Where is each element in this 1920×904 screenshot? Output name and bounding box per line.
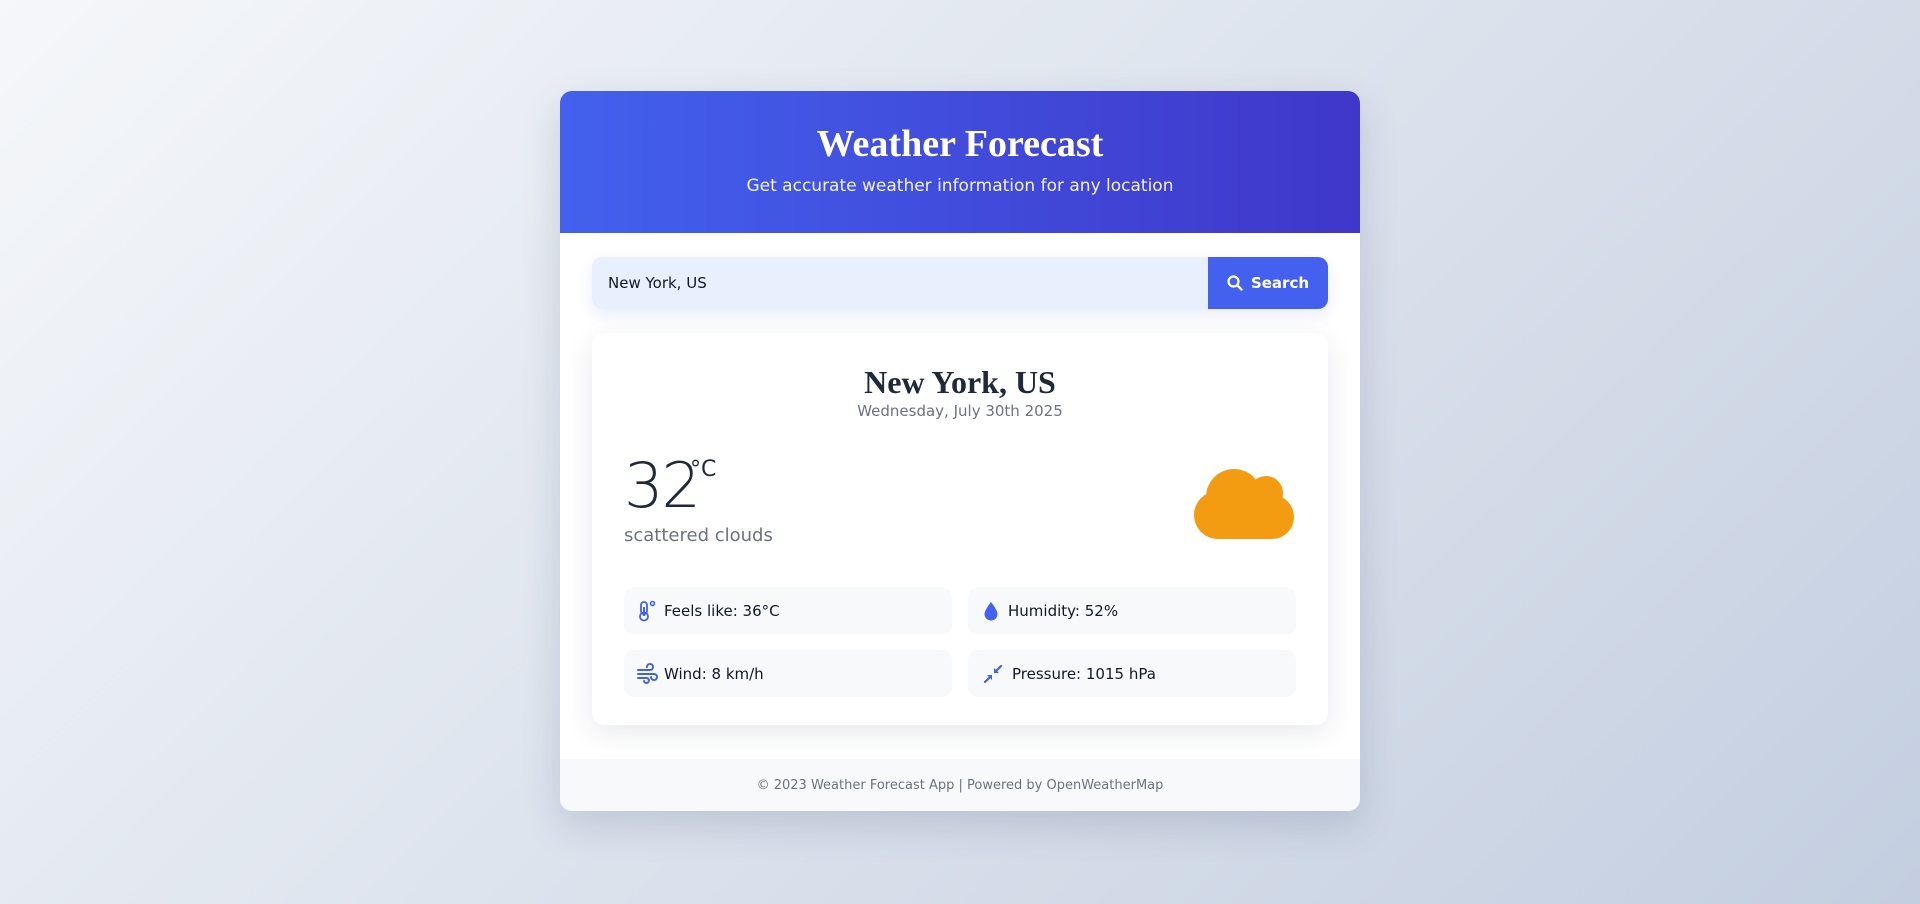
search-bar: Search xyxy=(592,257,1328,309)
pressure-item: Pressure: 1015 hPa xyxy=(968,650,1296,697)
wind-text: Wind: 8 km/h xyxy=(664,664,764,683)
cloud-icon xyxy=(1192,465,1296,541)
search-button-label: Search xyxy=(1250,274,1310,292)
current-date: Wednesday, July 30th 2025 xyxy=(857,402,1063,420)
app-header: Weather Forecast Get accurate weather in… xyxy=(560,91,1360,233)
thermometer-icon xyxy=(636,600,658,622)
app-footer: © 2023 Weather Forecast App | Powered by… xyxy=(560,759,1360,811)
wind-icon xyxy=(636,662,658,685)
app-title: Weather Forecast xyxy=(816,123,1104,165)
app-subtitle: Get accurate weather information for any… xyxy=(746,176,1174,196)
feels-like-text: Feels like: 36°C xyxy=(664,601,780,620)
temperature-value: 32 xyxy=(624,449,701,522)
water-drop-icon xyxy=(980,600,1002,622)
wind-item: Wind: 8 km/h xyxy=(624,650,952,697)
feels-like-item: Feels like: 36°C xyxy=(624,587,952,634)
weather-description: scattered clouds xyxy=(624,525,773,546)
humidity-item: Humidity: 52% xyxy=(968,587,1296,634)
search-input[interactable] xyxy=(592,257,1208,309)
weather-result-card: New York, US Wednesday, July 30th 2025 3… xyxy=(592,333,1328,725)
compress-arrows-icon xyxy=(980,663,1006,685)
temperature-unit: °C xyxy=(690,457,717,482)
temperature-display: 32 °C xyxy=(624,449,716,522)
weather-details-grid: Feels like: 36°C Humidity: 52% Wind: 8 k… xyxy=(624,587,1296,697)
pressure-text: Pressure: 1015 hPa xyxy=(1012,664,1156,683)
humidity-text: Humidity: 52% xyxy=(1008,601,1119,620)
search-icon xyxy=(1227,275,1243,291)
search-button[interactable]: Search xyxy=(1208,257,1328,309)
city-name: New York, US xyxy=(864,364,1056,400)
footer-text: © 2023 Weather Forecast App | Powered by… xyxy=(756,778,1164,793)
weather-app-card: Weather Forecast Get accurate weather in… xyxy=(560,91,1360,811)
